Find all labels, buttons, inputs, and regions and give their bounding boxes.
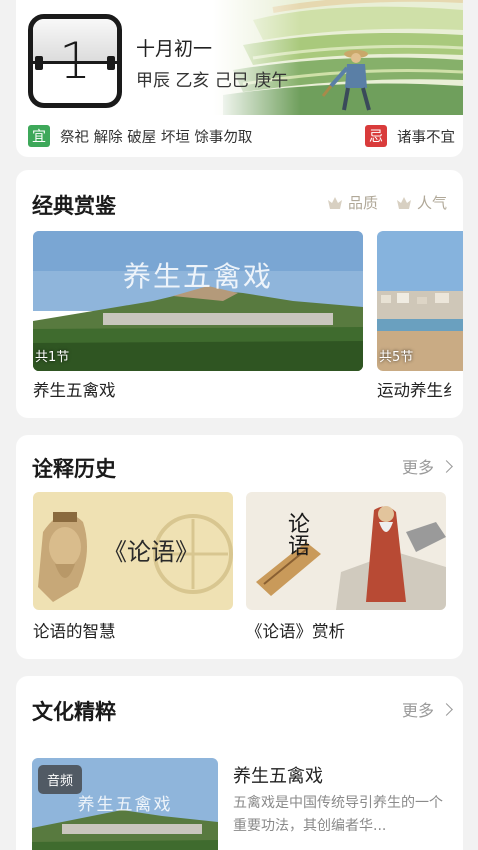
history-section: 诠释历史 更多 《论语》 论语的智慧 论语 《论语》赏析 bbox=[16, 435, 463, 659]
inauspicious-badge: 忌 bbox=[365, 125, 387, 147]
filter-quality[interactable]: 品质 bbox=[327, 192, 378, 213]
crown-icon bbox=[327, 196, 342, 209]
section-title-history: 诠释历史 bbox=[32, 457, 116, 481]
crown-icon bbox=[396, 196, 411, 209]
thumbnail-title-overlay: 养生五禽戏 bbox=[122, 260, 273, 293]
culture-item-title[interactable]: 养生五禽戏 bbox=[233, 762, 323, 788]
lesson-count: 共1节 bbox=[35, 350, 70, 365]
filter-popularity-label: 人气 bbox=[416, 194, 447, 212]
landscape-image bbox=[33, 231, 363, 371]
history-more-link[interactable]: 更多 bbox=[401, 454, 453, 478]
thumbnail-title-overlay: 论语 bbox=[284, 512, 309, 556]
culture-section: 文化精粹 更多 音频 养生五禽戏 养生五禽戏 五禽戏是中国传统导引养生的一个重要… bbox=[16, 676, 463, 850]
culture-item-description: 五禽戏是中国传统导引养生的一个重要功法，其创编者华... bbox=[233, 795, 443, 834]
classic-item-caption[interactable]: 养生五禽戏 bbox=[33, 377, 116, 401]
chevron-right-icon bbox=[440, 702, 453, 716]
terrace-farmer-illustration bbox=[213, 0, 463, 115]
section-title-classic: 经典赏鉴 bbox=[32, 194, 116, 218]
inauspicious-text: 诸事不宜 bbox=[397, 129, 455, 146]
ganzhi-text: 甲辰 乙亥 己巳 庚午 bbox=[136, 71, 289, 91]
classic-item-thumbnail[interactable]: 养生五禽戏 共1节 bbox=[33, 231, 363, 371]
classic-item-thumbnail[interactable]: 共5节 bbox=[377, 231, 463, 371]
sort-filters: 品质 人气 bbox=[327, 192, 447, 213]
thumbnail-title-overlay: 《论语》 bbox=[103, 538, 199, 566]
almanac-card[interactable]: 1 十月初一 甲辰 乙亥 己巳 庚午 宜 祭祀 解除 破屋 坏垣 馀事勿取 忌 … bbox=[16, 0, 463, 157]
classic-section: 经典赏鉴 品质 人气 养生五禽戏 共1节 养生五禽戏 共5节 运动养生纟 bbox=[16, 170, 463, 418]
calendar-icon: 1 bbox=[28, 14, 122, 108]
filter-quality-label: 品质 bbox=[347, 194, 378, 212]
history-item-thumbnail[interactable]: 论语 bbox=[246, 492, 446, 610]
filter-popularity[interactable]: 人气 bbox=[396, 192, 447, 213]
calendar-day-number: 1 bbox=[59, 32, 91, 90]
lesson-count: 共5节 bbox=[379, 350, 414, 365]
more-label: 更多 bbox=[401, 701, 434, 720]
history-item-caption[interactable]: 《论语》赏析 bbox=[246, 618, 345, 642]
section-title-culture: 文化精粹 bbox=[32, 700, 116, 724]
auspicious-badge: 宜 bbox=[28, 125, 50, 147]
inauspicious-row: 忌 诸事不宜 bbox=[365, 125, 455, 147]
auspicious-text: 祭祀 解除 破屋 坏垣 馀事勿取 bbox=[60, 129, 253, 146]
thumbnail-title-overlay: 养生五禽戏 bbox=[77, 795, 173, 815]
auspicious-row: 宜 祭祀 解除 破屋 坏垣 馀事勿取 bbox=[28, 125, 252, 147]
chevron-right-icon bbox=[440, 459, 453, 473]
more-label: 更多 bbox=[401, 458, 434, 477]
classic-item-caption[interactable]: 运动养生纟 bbox=[377, 377, 460, 401]
culture-more-link[interactable]: 更多 bbox=[401, 697, 453, 721]
history-item-caption[interactable]: 论语的智慧 bbox=[33, 618, 116, 642]
history-item-thumbnail[interactable]: 《论语》 bbox=[33, 492, 233, 610]
lunar-date: 十月初一 bbox=[136, 38, 213, 60]
confucius-scroll-image bbox=[246, 492, 446, 610]
culture-item-thumbnail[interactable]: 音频 养生五禽戏 bbox=[32, 758, 218, 850]
